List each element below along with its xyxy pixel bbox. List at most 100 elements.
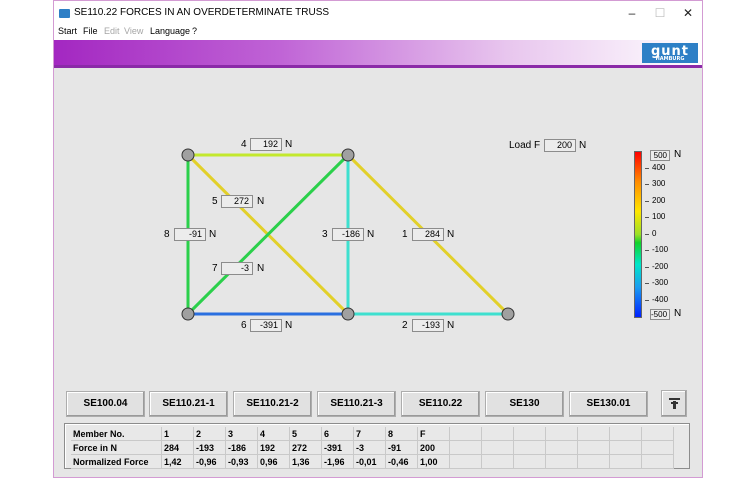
home-button[interactable]	[661, 390, 687, 417]
scale-max-value: 500	[650, 150, 670, 161]
member-1-unit: N	[447, 229, 455, 240]
table-cell: -391	[321, 440, 354, 455]
scale-label-minus200: -200	[652, 262, 669, 271]
table-cell: 1,36	[289, 454, 322, 469]
member-2-unit: N	[447, 320, 455, 331]
table-row: Member No. 1 2 3 4 5 6 7 8 F	[71, 427, 674, 441]
scale-label-minus300: -300	[652, 278, 669, 287]
node-bottom-middle	[341, 307, 355, 321]
table-cell: 2	[193, 427, 226, 441]
scale-tick	[645, 217, 649, 218]
table-cell: 8	[385, 427, 418, 441]
table-cell: F	[417, 427, 450, 441]
member-4-number: 4	[241, 139, 247, 150]
table-cell	[545, 454, 578, 469]
table-cell	[577, 427, 610, 441]
table-cell: -3	[353, 440, 386, 455]
table-cell: 6	[321, 427, 354, 441]
load-input[interactable]: 200	[544, 139, 576, 152]
nav-button-se110-21-2[interactable]: SE110.21-2	[233, 391, 312, 417]
table-cell: 284	[161, 440, 194, 455]
scale-label-minus400: -400	[652, 295, 669, 304]
table-cell: 272	[289, 440, 322, 455]
table-cell: 200	[417, 440, 450, 455]
table-cell	[481, 440, 514, 455]
results-table: Member No. 1 2 3 4 5 6 7 8 F Force in N	[71, 427, 674, 469]
table-cell	[641, 440, 674, 455]
scale-label-400: 400	[652, 163, 666, 172]
scale-label-100: 100	[652, 212, 666, 221]
table-cell: -0,46	[385, 454, 418, 469]
scale-tick	[645, 300, 649, 301]
table-cell: -0,96	[193, 454, 226, 469]
table-cell	[513, 427, 546, 441]
table-cell: 5	[289, 427, 322, 441]
table-cell: 0,96	[257, 454, 290, 469]
table-cell	[449, 440, 482, 455]
home-icon	[669, 398, 680, 409]
table-cell	[513, 454, 546, 469]
table-cell	[449, 427, 482, 441]
member-2-value: -193	[412, 319, 444, 332]
member-1-number: 1	[402, 229, 408, 240]
member-5-number: 5	[212, 196, 218, 207]
table-cell: 1,42	[161, 454, 194, 469]
node-bottom-right	[501, 307, 515, 321]
scale-tick	[645, 283, 649, 284]
table-cell: -193	[193, 440, 226, 455]
nav-button-se110-22[interactable]: SE110.22	[401, 391, 480, 417]
scale-label-0: 0	[652, 229, 657, 238]
table-cell: -91	[385, 440, 418, 455]
table-cell	[609, 454, 642, 469]
table-cell: Normalized Force	[71, 454, 162, 469]
member-4-value: 192	[250, 138, 282, 151]
scale-tick	[645, 184, 649, 185]
table-cell	[609, 427, 642, 441]
load-label: Load F	[509, 140, 541, 151]
node-top-right	[341, 148, 355, 162]
member-6-unit: N	[285, 320, 293, 331]
table-cell	[545, 440, 578, 455]
force-color-scale	[634, 151, 642, 318]
scale-tick	[645, 250, 649, 251]
scale-max-unit: N	[674, 149, 682, 160]
member-7-value: -3	[221, 262, 253, 275]
scale-tick	[645, 168, 649, 169]
member-6-number: 6	[241, 320, 247, 331]
nav-button-se130[interactable]: SE130	[485, 391, 564, 417]
nav-button-se100-04[interactable]: SE100.04	[66, 391, 145, 417]
member-2-number: 2	[402, 320, 408, 331]
table-cell	[449, 454, 482, 469]
scale-min-value: -500	[650, 309, 670, 320]
table-cell	[513, 440, 546, 455]
table-cell: 1	[161, 427, 194, 441]
table-cell	[481, 427, 514, 441]
scale-min-unit: N	[674, 308, 682, 319]
nav-button-se110-21-1[interactable]: SE110.21-1	[149, 391, 228, 417]
member-7-number: 7	[212, 263, 218, 274]
member-3-value: -186	[332, 228, 364, 241]
nav-button-se130-01[interactable]: SE130.01	[569, 391, 648, 417]
scale-label-300: 300	[652, 179, 666, 188]
table-cell: 3	[225, 427, 258, 441]
nav-button-se110-21-3[interactable]: SE110.21-3	[317, 391, 396, 417]
table-cell: Member No.	[71, 427, 162, 441]
member-5-value: 272	[221, 195, 253, 208]
table-cell: 192	[257, 440, 290, 455]
scale-tick	[645, 234, 649, 235]
load-unit: N	[579, 140, 587, 151]
table-cell: 1,00	[417, 454, 450, 469]
node-bottom-left	[181, 307, 195, 321]
table-cell	[577, 454, 610, 469]
scale-label-200: 200	[652, 196, 666, 205]
table-cell	[609, 440, 642, 455]
scale-tick	[645, 267, 649, 268]
scale-tick	[645, 201, 649, 202]
table-cell: -186	[225, 440, 258, 455]
table-cell: 4	[257, 427, 290, 441]
table-cell	[481, 454, 514, 469]
table-cell	[641, 454, 674, 469]
table-cell	[641, 427, 674, 441]
table-cell: -0,93	[225, 454, 258, 469]
table-row: Normalized Force 1,42 -0,96 -0,93 0,96 1…	[71, 454, 674, 469]
